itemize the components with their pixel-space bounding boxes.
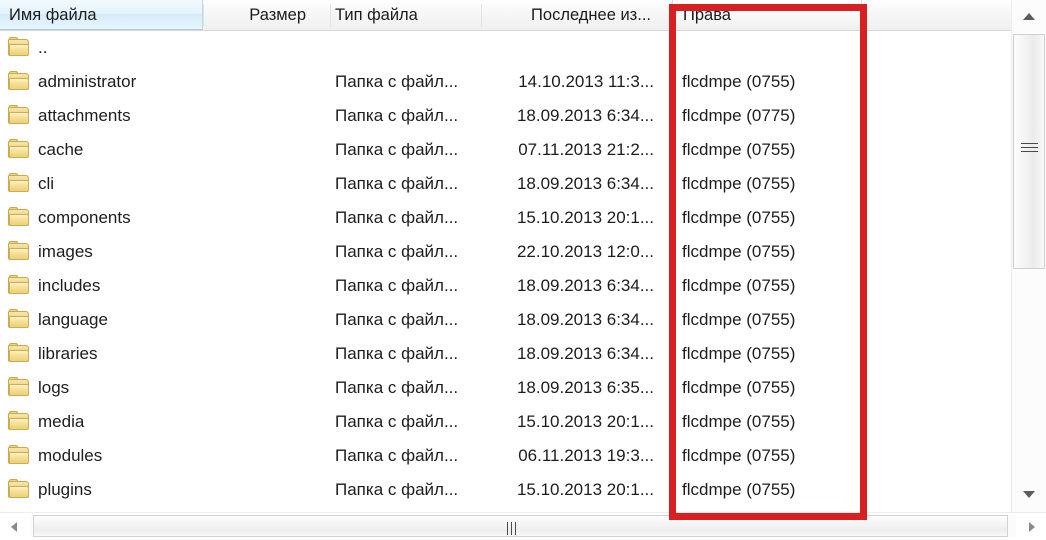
cell-last-modified (481, 31, 666, 65)
scroll-left-button[interactable] (0, 513, 30, 539)
scroll-up-button[interactable] (1012, 0, 1046, 34)
column-header-permissions-label: Права (683, 6, 731, 24)
cell-permissions: flcdmpe (0755) (682, 412, 796, 431)
cell-file-size (203, 439, 328, 473)
cell-permissions: flcdmpe (0755) (682, 378, 796, 397)
table-row[interactable]: components Папка с файл... 15.10.2013 20:1… (0, 201, 1011, 235)
cell-file-size (203, 99, 328, 133)
cell-permissions: flcdmpe (0755) (682, 480, 796, 499)
cell-permissions: flcdmpe (0775) (682, 106, 796, 125)
cell-file-type: Папка с файл... (335, 480, 459, 499)
table-row[interactable]: plugins Папка с файл... 15.10.2013 20:1...… (0, 473, 1011, 507)
table-row[interactable]: images Папка с файл... 22.10.2013 12:0... f… (0, 235, 1011, 269)
cell-file-type: Папка с файл... (335, 140, 459, 159)
cell-permissions: flcdmpe (0755) (682, 446, 796, 465)
triangle-right-icon (1029, 522, 1035, 532)
cell-permissions (672, 31, 862, 65)
table-row[interactable]: cache Папка с файл... 07.11.2013 21:2... fl… (0, 133, 1011, 167)
column-header-size[interactable]: Размер (203, 0, 328, 30)
triangle-left-icon (11, 522, 17, 532)
grip-vertical-icon (507, 522, 521, 535)
column-header-type[interactable]: Тип файла (330, 0, 480, 30)
cell-file-type: Папка с файл... (335, 276, 459, 295)
cell-last-modified: 15.10.2013 20:1... (516, 208, 654, 227)
grip-horizontal-icon (1021, 143, 1038, 156)
triangle-down-icon (1023, 491, 1035, 498)
cell-last-modified: 06.11.2013 19:3... (518, 446, 654, 465)
cell-file-size (203, 133, 328, 167)
table-row[interactable]: libraries Папка с файл... 18.09.2013 6:34.… (0, 337, 1011, 371)
cell-file-type: Папка с файл... (335, 208, 459, 227)
scroll-right-button[interactable] (1016, 513, 1046, 539)
cell-file-size (203, 201, 328, 235)
column-header-modified-label: Последнее из... (531, 6, 651, 24)
cell-permissions: flcdmpe (0755) (682, 242, 796, 261)
cell-last-modified: 18.09.2013 6:34... (516, 174, 654, 193)
cell-file-size (203, 371, 328, 405)
cell-file-size (203, 167, 328, 201)
table-row[interactable]: .. (0, 31, 1011, 65)
column-header-modified[interactable]: Последнее из... (481, 0, 666, 30)
table-row[interactable]: logs Папка с файл... 18.09.2013 6:35... flc… (0, 371, 1011, 405)
cell-last-modified: 15.10.2013 20:1... (516, 412, 654, 431)
cell-file-size (203, 65, 328, 99)
cell-file-size (203, 405, 328, 439)
vertical-scrollbar-thumb[interactable] (1013, 34, 1045, 269)
table-row[interactable]: language Папка с файл... 18.09.2013 6:34..… (0, 303, 1011, 337)
table-row[interactable]: media Папка с файл... 15.10.2013 20:1... fl… (0, 405, 1011, 439)
cell-permissions: flcdmpe (0755) (682, 174, 796, 193)
cell-last-modified: 18.09.2013 6:34... (516, 276, 654, 295)
cell-file-type: Папка с файл... (335, 344, 459, 363)
column-header-type-label: Тип файла (335, 6, 418, 24)
cell-last-modified: 14.10.2013 11:3... (518, 72, 654, 91)
table-row[interactable]: administrator Папка с файл... 14.10.2013 1… (0, 65, 1011, 99)
cell-file-type: Папка с файл... (335, 310, 459, 329)
column-header-name[interactable]: Имя файла (0, 0, 203, 30)
triangle-up-icon (1023, 13, 1035, 20)
cell-permissions: flcdmpe (0755) (682, 344, 796, 363)
cell-file-type: Папка с файл... (335, 106, 459, 125)
horizontal-scrollbar[interactable] (0, 512, 1046, 539)
cell-file-size (203, 337, 328, 371)
cell-last-modified: 22.10.2013 12:0... (516, 242, 654, 261)
table-row[interactable]: includes Папка с файл... 18.09.2013 6:34..… (0, 269, 1011, 303)
cell-file-type: Папка с файл... (335, 174, 459, 193)
cell-permissions: flcdmpe (0755) (682, 72, 796, 91)
table-row[interactable]: attachments Папка с файл... 18.09.2013 6:3… (0, 99, 1011, 133)
cell-last-modified: 18.09.2013 6:34... (516, 344, 654, 363)
vertical-scrollbar[interactable] (1011, 0, 1046, 512)
cell-last-modified: 18.09.2013 6:34... (516, 106, 654, 125)
cell-file-type: Папка с файл... (335, 378, 459, 397)
column-header-permissions[interactable]: Права (672, 0, 862, 30)
cell-last-modified: 18.09.2013 6:35... (516, 378, 654, 397)
cell-permissions: flcdmpe (0755) (682, 140, 796, 159)
column-header-row: Имя файла Размер Тип файла Последнее из.… (0, 0, 1011, 31)
cell-file-size (203, 269, 328, 303)
column-header-size-label: Размер (249, 6, 306, 24)
column-header-name-label: Имя файла (9, 6, 97, 24)
cell-file-size (203, 235, 328, 269)
file-list[interactable]: .. administrator Папка с файл... 14.10.2013… (0, 31, 1011, 512)
horizontal-scrollbar-thumb[interactable] (33, 515, 1008, 537)
scroll-down-button[interactable] (1012, 478, 1046, 512)
cell-file-type: Папка с файл... (335, 242, 459, 261)
cell-last-modified: 07.11.2013 21:2... (518, 140, 654, 159)
cell-file-size (203, 303, 328, 337)
cell-file-type: Папка с файл... (335, 72, 459, 91)
table-row[interactable]: modules Папка с файл... 06.11.2013 19:3...… (0, 439, 1011, 473)
table-row[interactable]: cli Папка с файл... 18.09.2013 6:34... flcd… (0, 167, 1011, 201)
cell-file-type (330, 31, 480, 65)
cell-permissions: flcdmpe (0755) (682, 208, 796, 227)
cell-last-modified: 15.10.2013 20:1... (516, 480, 654, 499)
file-listing-pane: Имя файла Размер Тип файла Последнее из.… (0, 0, 1046, 539)
cell-last-modified: 18.09.2013 6:34... (516, 310, 654, 329)
cell-file-size (203, 473, 328, 507)
cell-file-type: Папка с файл... (335, 446, 459, 465)
cell-file-size (203, 31, 328, 65)
cell-file-type: Папка с файл... (335, 412, 459, 431)
cell-permissions: flcdmpe (0755) (682, 276, 796, 295)
cell-permissions: flcdmpe (0755) (682, 310, 796, 329)
